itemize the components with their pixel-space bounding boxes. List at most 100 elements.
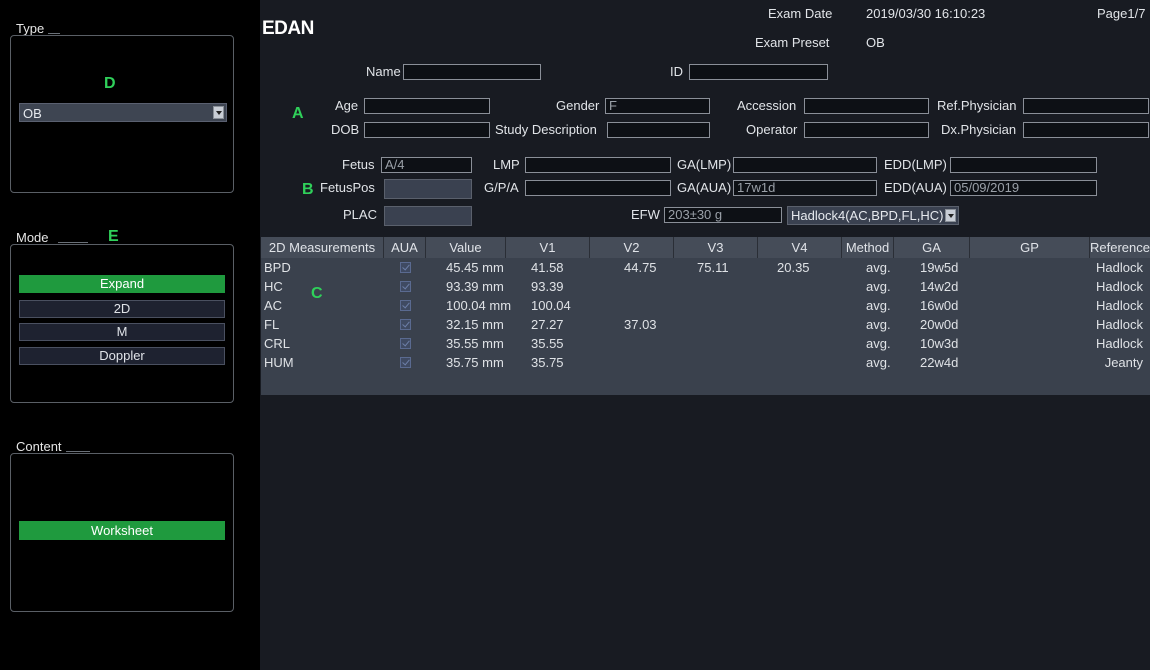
- mode-expand-button[interactable]: Expand: [19, 275, 225, 293]
- content-title-rule: [66, 451, 90, 452]
- col-header-2d-measurements[interactable]: 2D Measurements: [261, 237, 384, 258]
- col-header-v1[interactable]: V1: [506, 237, 590, 258]
- table-row[interactable]: FL 32.15 mm 27.27 37.03 avg. 20w0d Hadlock: [261, 315, 1150, 334]
- accession-field[interactable]: [804, 98, 929, 114]
- cell-value: 93.39 mm: [446, 279, 504, 294]
- cell-method: avg.: [866, 279, 891, 294]
- lmp-field[interactable]: [525, 157, 671, 173]
- cell-v3: 75.11: [697, 260, 729, 275]
- aua-checkbox[interactable]: [400, 262, 411, 273]
- operator-label: Operator: [746, 122, 798, 137]
- cell-value: 100.04 mm: [446, 298, 512, 313]
- operator-field[interactable]: [804, 122, 929, 138]
- edd-lmp-label: EDD(LMP): [884, 157, 947, 172]
- cell-v4: 20.35: [777, 260, 810, 275]
- age-field[interactable]: [364, 98, 490, 114]
- gpa-field[interactable]: [525, 180, 671, 196]
- cell-ga: 16w0d: [920, 298, 959, 313]
- worksheet-button[interactable]: Worksheet: [19, 521, 225, 540]
- dx-physician-field[interactable]: [1023, 122, 1149, 138]
- type-section-title: Type: [16, 21, 45, 36]
- name-field[interactable]: [403, 64, 541, 80]
- mode-title-rule: [58, 242, 88, 243]
- cell-reference: Hadlock: [1096, 336, 1143, 351]
- gender-field[interactable]: F: [605, 98, 710, 114]
- study-description-label: Study Description: [495, 122, 597, 137]
- cell-value: 35.55 mm: [446, 336, 504, 351]
- cell-method: avg.: [866, 355, 891, 370]
- col-header-value[interactable]: Value: [426, 237, 506, 258]
- exam-type-select-value: OB: [23, 106, 42, 121]
- cell-name: HC: [264, 279, 283, 294]
- cell-ga: 22w4d: [920, 355, 959, 370]
- chevron-down-icon[interactable]: [213, 106, 224, 119]
- table-row[interactable]: AC 100.04 mm 100.04 avg. 16w0d Hadlock: [261, 296, 1150, 315]
- cell-method: avg.: [866, 298, 891, 313]
- fetus-field[interactable]: A/4: [381, 157, 472, 173]
- ga-aua-field[interactable]: 17w1d: [733, 180, 877, 196]
- cell-ga: 19w5d: [920, 260, 959, 275]
- cell-v2: 44.75: [624, 260, 657, 275]
- col-header-method[interactable]: Method: [842, 237, 894, 258]
- cell-v1: 93.39: [531, 279, 564, 294]
- id-field[interactable]: [689, 64, 828, 80]
- cell-reference: Jeanty: [1104, 355, 1143, 370]
- efw-field[interactable]: 203±30 g: [664, 207, 782, 223]
- cell-ga: 10w3d: [920, 336, 959, 351]
- cell-v1: 27.27: [531, 317, 564, 332]
- annotation-letter-a: A: [292, 105, 304, 122]
- aua-checkbox[interactable]: [400, 338, 411, 349]
- study-description-field[interactable]: [607, 122, 710, 138]
- cell-name: BPD: [264, 260, 291, 275]
- col-header-v3[interactable]: V3: [674, 237, 758, 258]
- cell-v1: 35.55: [531, 336, 564, 351]
- gender-label: Gender: [556, 98, 600, 113]
- annotation-letter-b: B: [302, 181, 314, 198]
- fetuspos-field[interactable]: [384, 179, 472, 199]
- table-row[interactable]: CRL 35.55 mm 35.55 avg. 10w3d Hadlock: [261, 334, 1150, 353]
- efw-method-select[interactable]: Hadlock4(AC,BPD,FL,HC): [787, 206, 959, 225]
- dx-physician-label: Dx.Physician: [941, 122, 1017, 137]
- exam-date-value: 2019/03/30 16:10:23: [866, 6, 986, 21]
- col-header-ga[interactable]: GA: [894, 237, 970, 258]
- ref-physician-field[interactable]: [1023, 98, 1149, 114]
- cell-method: avg.: [866, 317, 891, 332]
- plac-field[interactable]: [384, 206, 472, 226]
- cell-method: avg.: [866, 260, 891, 275]
- aua-checkbox[interactable]: [400, 281, 411, 292]
- dob-field[interactable]: [364, 122, 490, 138]
- cell-name: FL: [264, 317, 280, 332]
- aua-checkbox[interactable]: [400, 300, 411, 311]
- col-header-v4[interactable]: V4: [758, 237, 842, 258]
- fetuspos-label: FetusPos: [320, 180, 375, 195]
- exam-preset-value: OB: [866, 35, 885, 50]
- aua-checkbox[interactable]: [400, 357, 411, 368]
- exam-type-select[interactable]: OB: [19, 103, 227, 122]
- table-row[interactable]: HUM 35.75 mm 35.75 avg. 22w4d Jeanty: [261, 353, 1150, 372]
- edd-aua-field[interactable]: 05/09/2019: [950, 180, 1097, 196]
- annotation-letter-d: D: [104, 75, 116, 92]
- aua-checkbox[interactable]: [400, 319, 411, 330]
- ga-lmp-label: GA(LMP): [677, 157, 732, 172]
- chevron-down-icon[interactable]: [945, 209, 956, 222]
- content-section-title: Content: [16, 439, 62, 454]
- page-indicator: Page1/7: [1097, 6, 1146, 21]
- col-header-reference[interactable]: Reference: [1090, 237, 1150, 258]
- mode-m-button[interactable]: M: [19, 323, 225, 341]
- col-header-gp[interactable]: GP: [970, 237, 1090, 258]
- edan-logo: EDAN: [262, 18, 314, 39]
- cell-name: AC: [264, 298, 283, 313]
- dob-label: DOB: [331, 122, 360, 137]
- ga-lmp-field[interactable]: [733, 157, 877, 173]
- edd-lmp-field[interactable]: [950, 157, 1097, 173]
- efw-method-value: Hadlock4(AC,BPD,FL,HC): [791, 208, 944, 223]
- mode-2d-button[interactable]: 2D: [19, 300, 225, 318]
- col-header-aua[interactable]: AUA: [384, 237, 426, 258]
- table-row[interactable]: BPD 45.45 mm 41.58 44.75 75.11 20.35 avg. 19w5d…: [261, 258, 1150, 277]
- table-row[interactable]: HC 93.39 mm 93.39 avg. 14w2d Hadlock: [261, 277, 1150, 296]
- type-title-rule: [48, 33, 60, 34]
- cell-value: 32.15 mm: [446, 317, 504, 332]
- col-header-v2[interactable]: V2: [590, 237, 674, 258]
- edd-aua-label: EDD(AUA): [884, 180, 947, 195]
- mode-doppler-button[interactable]: Doppler: [19, 347, 225, 365]
